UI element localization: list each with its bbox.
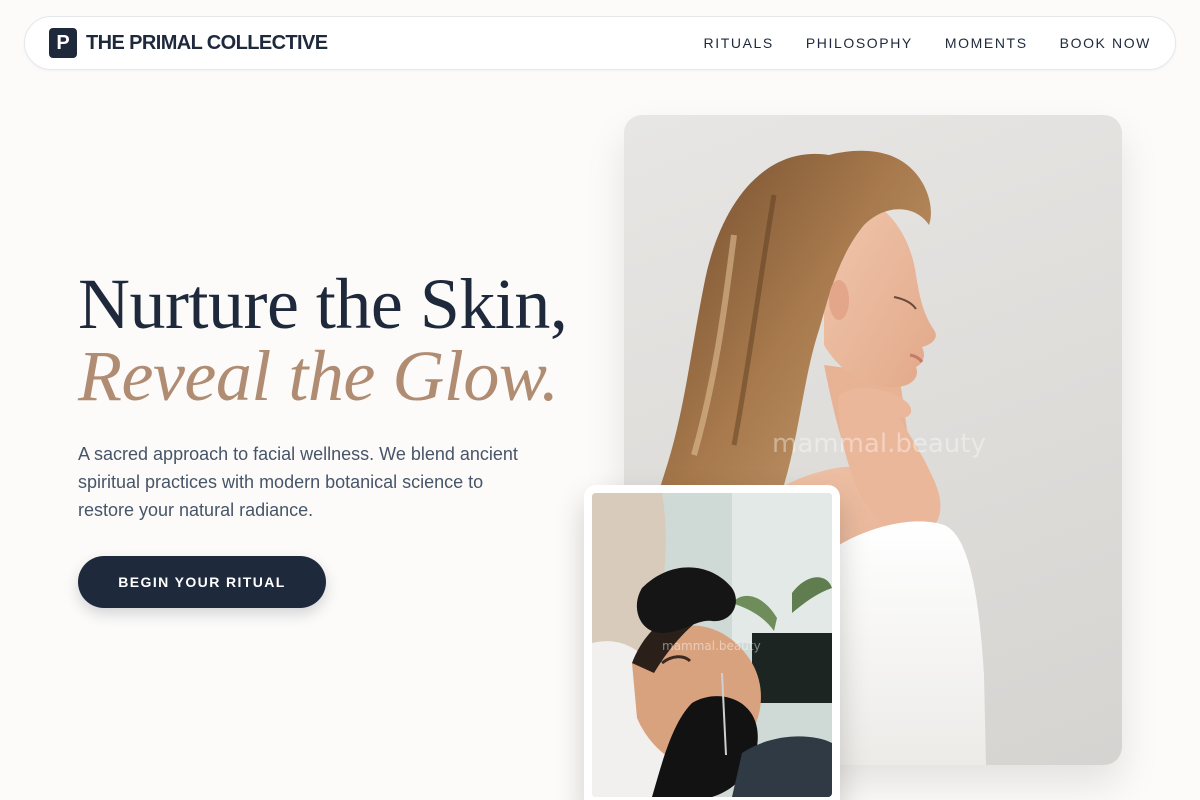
- nav-link-rituals[interactable]: RITUALS: [704, 35, 774, 51]
- hero-title-line1: Nurture the Skin,: [78, 264, 568, 344]
- treatment-photo: mammal.beauty: [592, 493, 832, 797]
- hero-title-line2: Reveal the Glow.: [78, 336, 559, 416]
- brand-name: THE PRIMAL COLLECTIVE: [86, 31, 328, 54]
- hero-title: Nurture the Skin, Reveal the Glow.: [78, 264, 568, 416]
- main-photo-watermark: mammal.beauty: [772, 429, 986, 459]
- nav-link-moments[interactable]: MOMENTS: [945, 35, 1028, 51]
- treatment-photo-card: mammal.beauty: [584, 485, 840, 800]
- hero-subtitle: A sacred approach to facial wellness. We…: [78, 444, 518, 520]
- brand-logo[interactable]: P THE PRIMAL COLLECTIVE: [49, 28, 328, 58]
- brand-mark-icon: P: [49, 28, 77, 58]
- small-photo-watermark: mammal.beauty: [662, 639, 761, 653]
- nav-link-philosophy[interactable]: PHILOSOPHY: [806, 35, 913, 51]
- top-nav: P THE PRIMAL COLLECTIVE RITUALS PHILOSOP…: [24, 16, 1176, 70]
- nav-links: RITUALS PHILOSOPHY MOMENTS BOOK NOW: [704, 35, 1151, 51]
- begin-ritual-button[interactable]: BEGIN YOUR RITUAL: [78, 556, 326, 608]
- nav-link-book-now[interactable]: BOOK NOW: [1060, 35, 1151, 51]
